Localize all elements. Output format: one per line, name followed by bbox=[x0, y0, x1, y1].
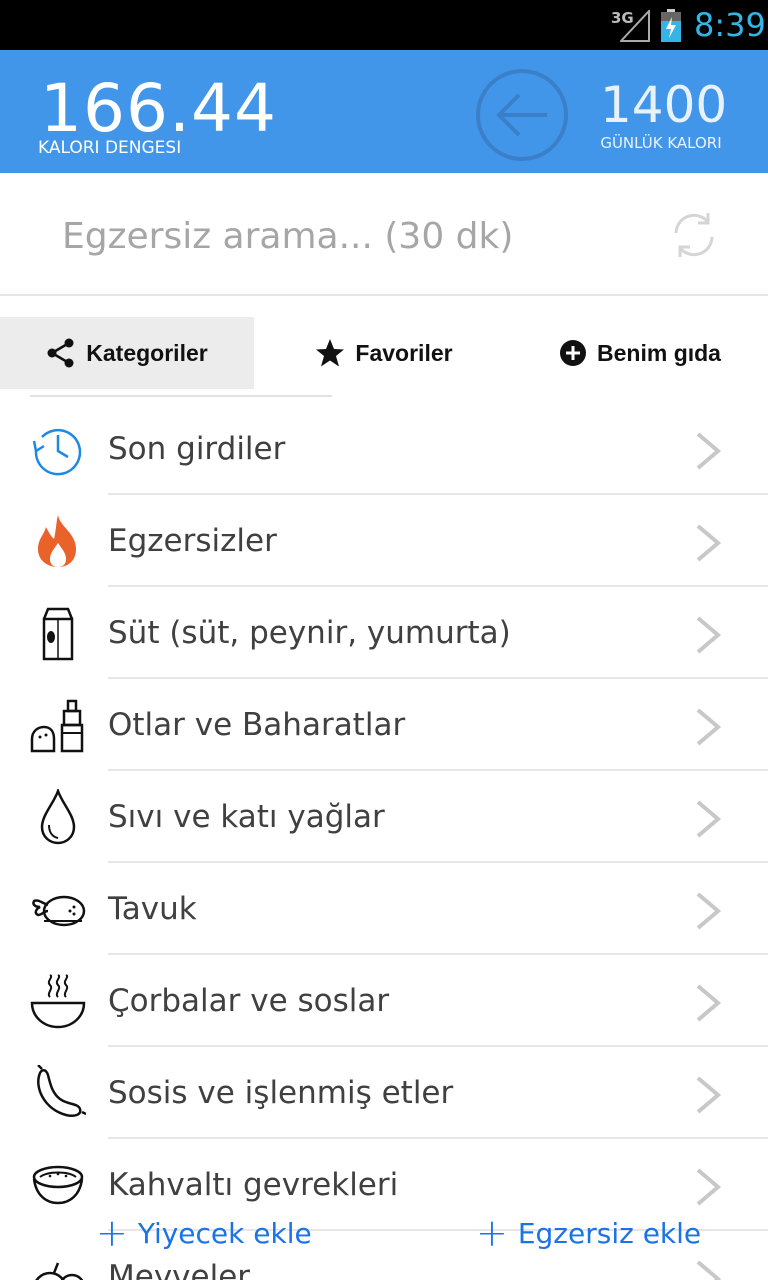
category-label: Sıvı ve katı yağlar bbox=[108, 799, 385, 835]
clock-history-icon bbox=[32, 428, 82, 476]
tab-favorites[interactable]: Favoriler bbox=[256, 317, 512, 389]
exercise-search-input[interactable] bbox=[62, 213, 622, 259]
chevron-right-icon bbox=[696, 1260, 722, 1280]
chevron-right-icon bbox=[696, 524, 722, 562]
share-icon bbox=[47, 338, 74, 368]
category-label: Kahvaltı gevrekleri bbox=[108, 1167, 399, 1203]
category-tabs: Kategoriler Favoriler Benim gıda bbox=[0, 317, 768, 389]
category-label: Tavuk bbox=[108, 891, 197, 927]
tab-label: Favoriler bbox=[355, 339, 453, 366]
cereal-bowl-icon bbox=[32, 1165, 84, 1205]
add-food-label: Yiyecek ekle bbox=[137, 1216, 312, 1250]
signal-icon bbox=[620, 10, 650, 42]
soup-bowl-icon bbox=[30, 974, 86, 1029]
category-label: Çorbalar ve soslar bbox=[108, 983, 390, 1019]
tab-label: Kategoriler bbox=[86, 339, 208, 366]
category-item-dairy[interactable]: Süt (süt, peynir, yumurta) bbox=[0, 587, 768, 679]
daily-calorie-value: 1400 bbox=[600, 76, 728, 134]
tab-label: Benim gıda bbox=[597, 339, 721, 366]
refresh-icon[interactable] bbox=[668, 209, 720, 261]
category-label: Son girdiler bbox=[108, 431, 286, 467]
clock: 8:39 bbox=[694, 6, 766, 44]
category-label: Otlar ve Baharatlar bbox=[108, 707, 406, 743]
search-bar bbox=[0, 173, 768, 296]
category-item-oils-fats[interactable]: Sıvı ve katı yağlar bbox=[0, 771, 768, 863]
chevron-right-icon bbox=[696, 984, 722, 1022]
add-exercise-label: Egzersiz ekle bbox=[517, 1216, 702, 1250]
calorie-balance-value: 166.44 bbox=[40, 70, 277, 147]
category-item-soups-sauces[interactable]: Çorbalar ve soslar bbox=[0, 955, 768, 1047]
add-exercise-button[interactable]: + Egzersiz ekle bbox=[476, 1214, 701, 1252]
plus-circle-icon bbox=[560, 340, 587, 366]
tab-indicator bbox=[30, 395, 332, 397]
bottom-actions: + Yiyecek ekle + Egzersiz ekle bbox=[0, 1214, 768, 1260]
oil-drop-icon bbox=[40, 789, 76, 845]
chevron-right-icon bbox=[696, 1168, 722, 1206]
category-list: Son girdiler Egzersizler Süt (süt, peyni… bbox=[0, 403, 768, 1280]
roast-chicken-icon bbox=[32, 895, 86, 927]
star-icon bbox=[316, 339, 345, 367]
spice-grinder-icon bbox=[30, 699, 84, 753]
chevron-right-icon bbox=[696, 800, 722, 838]
category-label: Sosis ve işlenmiş etler bbox=[108, 1075, 454, 1111]
milk-carton-icon bbox=[42, 607, 74, 661]
plus-icon: + bbox=[476, 1211, 508, 1255]
chevron-right-icon bbox=[696, 1076, 722, 1114]
calorie-header: 166.44 KALORI DENGESI 1400 GÜNLÜK KALORI bbox=[0, 50, 768, 173]
category-item-chicken[interactable]: Tavuk bbox=[0, 863, 768, 955]
calorie-balance-label: KALORI DENGESI bbox=[38, 138, 182, 158]
chevron-right-icon bbox=[696, 432, 722, 470]
category-item-recent[interactable]: Son girdiler bbox=[0, 403, 768, 495]
arrow-left-circle-icon[interactable] bbox=[475, 68, 569, 162]
chevron-right-icon bbox=[696, 616, 722, 654]
status-bar: 3G 8:39 bbox=[0, 0, 768, 50]
add-food-button[interactable]: + Yiyecek ekle bbox=[96, 1214, 312, 1252]
category-item-exercises[interactable]: Egzersizler bbox=[0, 495, 768, 587]
plus-icon: + bbox=[96, 1211, 128, 1255]
category-label: Egzersizler bbox=[108, 523, 277, 559]
tab-categories[interactable]: Kategoriler bbox=[0, 317, 254, 389]
battery-charging-icon bbox=[661, 9, 681, 42]
fire-icon bbox=[38, 515, 76, 567]
tab-my-food[interactable]: Benim gıda bbox=[512, 317, 768, 389]
sausage-icon bbox=[37, 1065, 86, 1117]
category-item-herbs-spices[interactable]: Otlar ve Baharatlar bbox=[0, 679, 768, 771]
chevron-right-icon bbox=[696, 708, 722, 746]
category-label: Süt (süt, peynir, yumurta) bbox=[108, 615, 511, 651]
category-item-sausages[interactable]: Sosis ve işlenmiş etler bbox=[0, 1047, 768, 1139]
daily-calorie-label: GÜNLÜK KALORI bbox=[600, 134, 722, 152]
chevron-right-icon bbox=[696, 892, 722, 930]
category-label: Meyveler bbox=[108, 1259, 251, 1280]
